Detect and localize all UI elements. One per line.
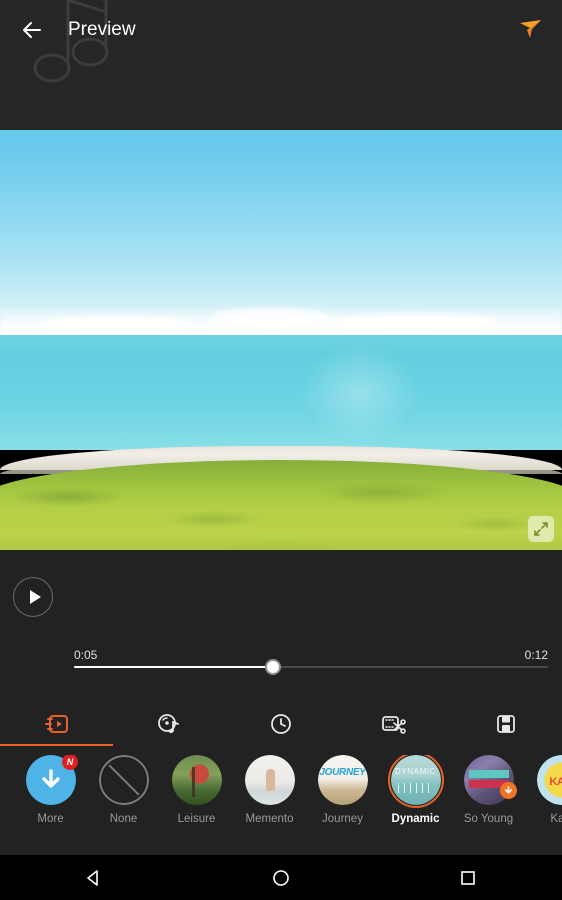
android-recents-icon [461, 870, 476, 885]
tab-theme[interactable] [0, 700, 112, 748]
android-home-button[interactable] [236, 855, 326, 900]
floppy-save-icon [496, 715, 515, 733]
android-home-icon [273, 869, 289, 886]
theme-thumb [244, 755, 295, 805]
film-scissors-icon [382, 716, 407, 734]
active-tab-indicator [0, 744, 113, 746]
tab-save[interactable] [450, 700, 562, 748]
theme-item-memento[interactable]: Memento [233, 755, 306, 825]
editor-toolbar [0, 700, 562, 748]
download-arrow-icon [41, 769, 60, 788]
tab-music[interactable] [112, 700, 224, 748]
theme-label: Leisure [177, 813, 216, 825]
theme-label: Dynamic [391, 813, 440, 825]
seek-bar[interactable] [74, 661, 548, 673]
fullscreen-button[interactable] [528, 516, 554, 542]
grass-texture [0, 470, 562, 550]
theme-item-leisure[interactable]: Leisure [160, 755, 233, 825]
new-badge: N [62, 755, 78, 770]
tab-duration[interactable] [225, 700, 337, 748]
theme-item-dynamic[interactable]: DYNAMIC Dynamic [379, 755, 452, 825]
seek-bar-handle[interactable] [267, 661, 280, 673]
theme-item-journey[interactable]: JOURNEY Journey [306, 755, 379, 825]
theme-label: Kaw [550, 813, 562, 825]
android-back-icon [86, 869, 98, 886]
play-button[interactable] [13, 577, 53, 617]
seek-bar-fill [74, 666, 274, 668]
theme-thumb [98, 755, 149, 805]
app-header: Preview [0, 0, 562, 130]
theme-thumb: JOURNEY [317, 755, 368, 805]
video-preview[interactable] [0, 130, 562, 550]
android-back-button[interactable] [49, 855, 139, 900]
android-recents-button[interactable] [423, 855, 513, 900]
share-button[interactable] [508, 6, 552, 50]
back-button[interactable] [10, 8, 54, 52]
fullscreen-expand-icon [534, 522, 548, 536]
sea-layer [0, 335, 562, 450]
theme-thumb: KAW [536, 755, 562, 805]
android-navigation-bar [0, 855, 562, 900]
selected-theme-ring [387, 755, 444, 808]
none-crossed-circle-icon [98, 755, 149, 805]
theme-item-none[interactable]: None [87, 755, 160, 825]
tab-edit[interactable] [337, 700, 449, 748]
theme-item-more[interactable]: N More [14, 755, 87, 825]
play-icon [29, 590, 41, 604]
clock-icon [271, 714, 291, 734]
theme-label: Journey [322, 813, 363, 825]
theme-thumb-text: JOURNEY [319, 767, 366, 778]
theme-thumb-text: KAW [549, 776, 562, 788]
download-arrow-icon [504, 786, 513, 794]
theme-label: More [37, 813, 64, 825]
theme-item-kawaii[interactable]: KAW Kaw [525, 755, 562, 825]
music-disc-icon [157, 714, 179, 734]
theme-label: Memento [245, 813, 294, 825]
theme-carousel[interactable]: N More None Leisure Memento JOURNEY Jour… [0, 755, 562, 855]
theme-label: None [109, 813, 138, 825]
preview-screen: Preview 0:05 0:12 N More None Leisure Me… [0, 0, 562, 900]
total-time-label: 0:12 [524, 648, 548, 662]
send-paper-plane-icon [520, 20, 541, 38]
theme-label: So Young [463, 813, 514, 825]
theme-item-so-young[interactable]: So Young [452, 755, 525, 825]
sea-reflection [300, 342, 420, 442]
page-title: Preview [68, 19, 136, 40]
download-badge[interactable] [500, 782, 517, 799]
back-arrow-icon [23, 22, 41, 38]
video-theme-icon [45, 715, 69, 733]
theme-thumb [171, 755, 222, 805]
current-time-label: 0:05 [74, 648, 98, 662]
